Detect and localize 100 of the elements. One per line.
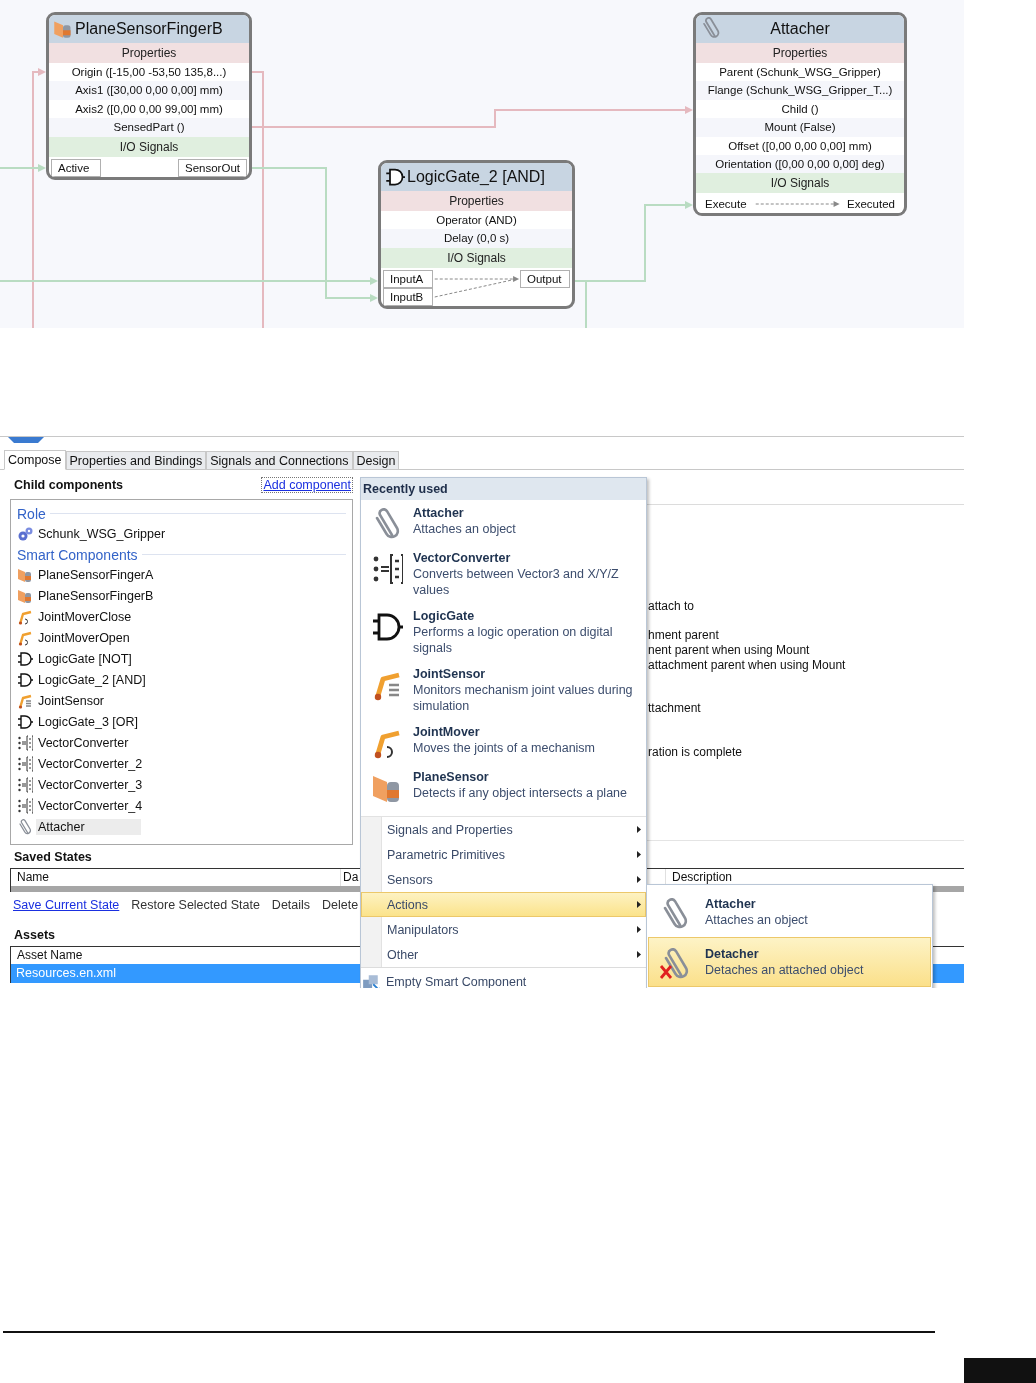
property-row[interactable]: Axis1 ([30,00 0,00 0,00] mm) (49, 81, 249, 100)
component-item[interactable]: JointMoverClose (36, 608, 134, 625)
category-label: Manipulators (387, 922, 459, 937)
logic-gate-icon (385, 167, 405, 187)
tab[interactable]: Design (352, 451, 400, 469)
category-item[interactable]: Manipulators (361, 917, 646, 942)
paperclip-icon (700, 17, 722, 39)
section-title: Saved States (13, 850, 92, 865)
input-signal[interactable]: Active (51, 158, 101, 177)
property-row[interactable]: SensedPart () (49, 118, 249, 137)
menu-item-label: Empty Smart Component (386, 974, 527, 988)
section-title: Child components (13, 477, 124, 492)
item-title: VectorConverter (413, 550, 512, 566)
component-node[interactable]: Attacher Properties Parent (Schunk_WSG_Gripper) Flange (Schunk_WSG_Gripper_T...) Child () Mount (False) Offset ([0,00 0,00 0,00] mm) Orientation ([0,00 0,00 0,00] deg) I/O Signals Execute Executed (693, 12, 907, 217)
logic-gate-icon (17, 671, 33, 688)
description-text: ration is complete (648, 745, 744, 760)
input-signal[interactable]: InputA (383, 269, 433, 288)
category-label: Signals and Properties (387, 822, 513, 837)
item-description: Detaches an attached object (705, 962, 864, 978)
component-item[interactable]: Schunk_WSG_Gripper (36, 525, 168, 542)
category-label: Other (387, 947, 419, 962)
node-title: LogicGate_2 [AND] (407, 168, 545, 186)
caret-icon (637, 951, 641, 958)
category-item[interactable]: Actions (361, 892, 646, 917)
item-description: Performs a logic operation on digital signals (413, 624, 614, 656)
category-item[interactable]: Parametric Primitives (361, 842, 646, 867)
menu-item[interactable]: Empty Smart Component (361, 967, 646, 988)
recent-item[interactable]: Attacher Attaches an object (361, 500, 646, 545)
recent-item[interactable]: PlaneSensor Detects if any object intersects a plane (361, 764, 646, 809)
robot-arm-icon (17, 629, 33, 646)
properties-heading: Properties (381, 191, 572, 211)
properties-heading: Properties (49, 43, 249, 63)
item-description: Attaches an object (705, 912, 808, 928)
property-row[interactable]: Delay (0,0 s) (381, 229, 572, 248)
gears-icon (17, 525, 33, 542)
component-item[interactable]: VectorConverter_2 (36, 755, 145, 772)
properties-heading: Properties (696, 43, 904, 63)
state-action-button[interactable]: Delete (322, 898, 359, 912)
add-component-link[interactable]: Add component (261, 476, 353, 493)
component-node[interactable]: PlaneSensorFingerB Properties Origin ([-15,00 -53,50 135,8...) Axis1 ([30,00 0,00 0,00] mm) Axis2 ([0,00 0,00 99,00] mm) SensedPart () I/O Signals Active SensorOut (46, 12, 252, 180)
category-label: Parametric Primitives (387, 847, 506, 862)
recent-item[interactable]: JointSensor Monitors mechanism joint values during simulation (361, 661, 646, 719)
vector-converter-icon (17, 797, 33, 814)
description-text: attach to (648, 599, 696, 614)
tab[interactable]: Compose (4, 450, 66, 470)
plane-sensor-icon (53, 19, 73, 39)
vector-converter-icon (17, 776, 33, 793)
column-header[interactable]: Asset Name (11, 947, 351, 964)
tab[interactable]: Properties and Bindings (65, 451, 207, 469)
recent-item[interactable]: VectorConverter Converts between Vector3 and X/Y/Z values (361, 545, 646, 603)
recent-item[interactable]: LogicGate Performs a logic operation on digital signals (361, 603, 646, 661)
robot-arm-icon (17, 608, 33, 625)
vector-converter-icon (17, 734, 33, 751)
component-item[interactable]: JointSensor (36, 692, 106, 709)
component-item[interactable]: LogicGate [NOT] (36, 650, 134, 667)
vector-converter-icon (17, 755, 33, 772)
property-row[interactable]: Mount (False) (696, 118, 904, 137)
item-description: Attaches an object (413, 521, 516, 537)
component-item[interactable]: JointMoverOpen (36, 629, 132, 646)
component-node[interactable]: LogicGate_2 [AND] Properties Operator (AND) Delay (0,0 s) I/O Signals InputA InputB Output (378, 160, 575, 309)
page-marker (964, 1358, 1036, 1383)
submenu-item[interactable]: Detacher Detaches an attached object (648, 937, 931, 987)
component-item[interactable]: LogicGate_2 [AND] (36, 671, 148, 688)
category-item[interactable]: Other (361, 942, 646, 967)
component-item[interactable]: VectorConverter_3 (36, 776, 145, 793)
recent-item[interactable]: JointMover Moves the joints of a mechanism (361, 719, 646, 764)
caret-icon (637, 876, 641, 883)
item-title: Detacher (705, 946, 760, 962)
submenu-item[interactable]: Attacher Attaches an object (648, 887, 931, 937)
vector-converter-icon (371, 553, 403, 585)
state-action-button[interactable]: Details (271, 898, 311, 912)
node-title: Attacher (770, 20, 830, 38)
description-text: nent parent when using Mount (648, 643, 811, 658)
group-heading: Smart Components (17, 546, 138, 563)
component-item[interactable]: VectorConverter (36, 734, 131, 751)
category-label: Actions (387, 897, 428, 912)
tab[interactable]: Signals and Connections (206, 451, 353, 469)
state-action-button[interactable]: Restore Selected State (131, 898, 260, 912)
item-title: PlaneSensor (413, 769, 490, 785)
component-item[interactable]: VectorConverter_4 (36, 797, 145, 814)
output-signal[interactable]: Output (520, 269, 570, 288)
category-item[interactable]: Sensors (361, 867, 646, 892)
output-signal[interactable]: SensorOut (178, 158, 247, 177)
category-item[interactable]: Signals and Properties (361, 817, 646, 842)
column-header[interactable]: Description (666, 869, 964, 886)
logic-gate-icon (17, 713, 33, 730)
caret-icon (637, 901, 641, 908)
component-item[interactable]: LogicGate_3 [OR] (36, 713, 141, 730)
group-heading: Role (17, 505, 46, 522)
item-title: LogicGate (413, 608, 476, 624)
component-item[interactable]: Attacher (36, 818, 141, 835)
component-item[interactable]: PlaneSensorFingerA (36, 566, 156, 583)
paperclip-icon (17, 818, 33, 835)
section-title: Assets (13, 928, 55, 943)
component-item[interactable]: PlaneSensorFingerB (36, 587, 156, 604)
property-row[interactable]: Flange (Schunk_WSG_Gripper_T...) (696, 81, 904, 100)
item-title: Attacher (413, 505, 465, 521)
caret-icon (637, 926, 641, 933)
save-state-link[interactable]: Save Current State (13, 898, 120, 912)
menu-heading: Recently used (361, 478, 646, 500)
